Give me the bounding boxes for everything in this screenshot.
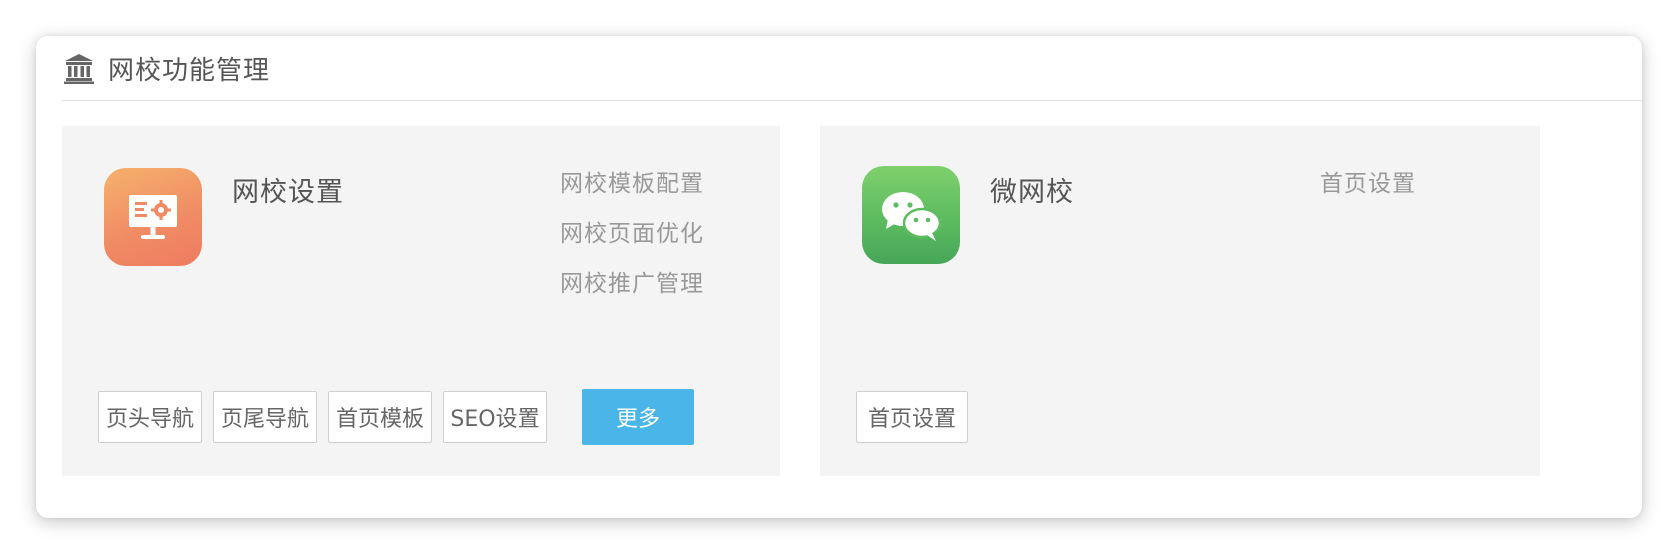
link-page-optimization[interactable]: 网校页面优化: [560, 220, 704, 248]
link-promotion-management[interactable]: 网校推广管理: [560, 270, 704, 298]
micro-school-links: 首页设置: [1320, 170, 1416, 198]
link-homepage-settings[interactable]: 首页设置: [1320, 170, 1416, 198]
presentation-settings-icon[interactable]: [104, 168, 202, 266]
more-button[interactable]: 更多: [582, 389, 694, 445]
card-title: 网校设置: [232, 177, 344, 208]
page-title: 网校功能管理: [108, 55, 271, 86]
function-management-panel: 网校功能管理 网校设置 网校模板配置 网校页面优化 网校推广管理 页头导航 页尾…: [36, 36, 1642, 518]
link-template-config[interactable]: 网校模板配置: [560, 170, 704, 198]
bank-icon: [62, 51, 96, 85]
wechat-icon[interactable]: [862, 166, 960, 264]
card-title: 微网校: [990, 177, 1074, 208]
header-nav-button[interactable]: 页头导航: [98, 391, 202, 443]
school-settings-card: 网校设置 网校模板配置 网校页面优化 网校推广管理 页头导航 页尾导航 首页模板…: [62, 126, 780, 476]
footer-nav-button[interactable]: 页尾导航: [213, 391, 317, 443]
school-settings-links: 网校模板配置 网校页面优化 网校推广管理: [560, 170, 704, 298]
homepage-template-button[interactable]: 首页模板: [328, 391, 432, 443]
panel-header: 网校功能管理: [62, 36, 1642, 101]
homepage-settings-button[interactable]: 首页设置: [856, 391, 968, 443]
seo-settings-button[interactable]: SEO设置: [443, 391, 547, 443]
micro-school-card: 微网校 首页设置 首页设置: [820, 126, 1540, 476]
